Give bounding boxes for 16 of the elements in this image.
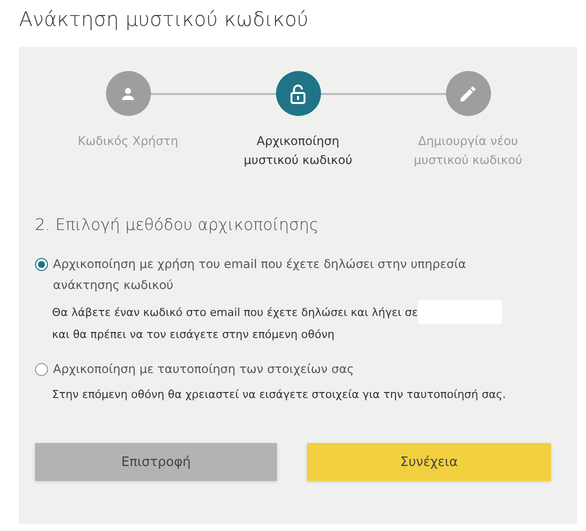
option-detail: και θα πρέπει να τον εισάγετε στην επόμενη οθόνη — [52, 327, 336, 343]
continue-button[interactable]: Συνέχεια — [307, 443, 551, 481]
section-heading: 2. Επιλογή μεθόδου αρχικοποίησης — [35, 215, 320, 234]
pencil-icon — [458, 84, 478, 104]
unlocked-padlock-icon — [289, 84, 307, 104]
radio-button[interactable] — [35, 258, 48, 271]
step-label: Δημιουργία νέου μυστικού κωδικού — [412, 133, 524, 169]
radio-button[interactable] — [35, 363, 48, 376]
step-label: Αρχικοποίηση μυστικού κωδικού — [242, 133, 354, 169]
step-label: Κωδικός Χρήστη — [76, 133, 180, 150]
back-button[interactable]: Επιστροφή — [35, 443, 277, 481]
option-label: Αρχικοποίηση με ταυτοποίηση των στοιχείων σας — [53, 361, 355, 378]
option-detail: Θα λάβετε έναν κωδικό στο email που έχετε δηλώσει και λήγει σε — [52, 304, 418, 320]
option-label: Αρχικοποίηση με χρήση του email που έχετε δηλώσει στην υπηρεσία ανάκτησης κωδικού — [53, 256, 468, 294]
option-detail: Στην επόμενη οθόνη θα χρειαστεί να εισάγετε στοιχεία για την ταυτοποίησή σας. — [52, 387, 507, 403]
page-title: Ανάκτηση μυστικού κωδικού — [19, 6, 310, 33]
